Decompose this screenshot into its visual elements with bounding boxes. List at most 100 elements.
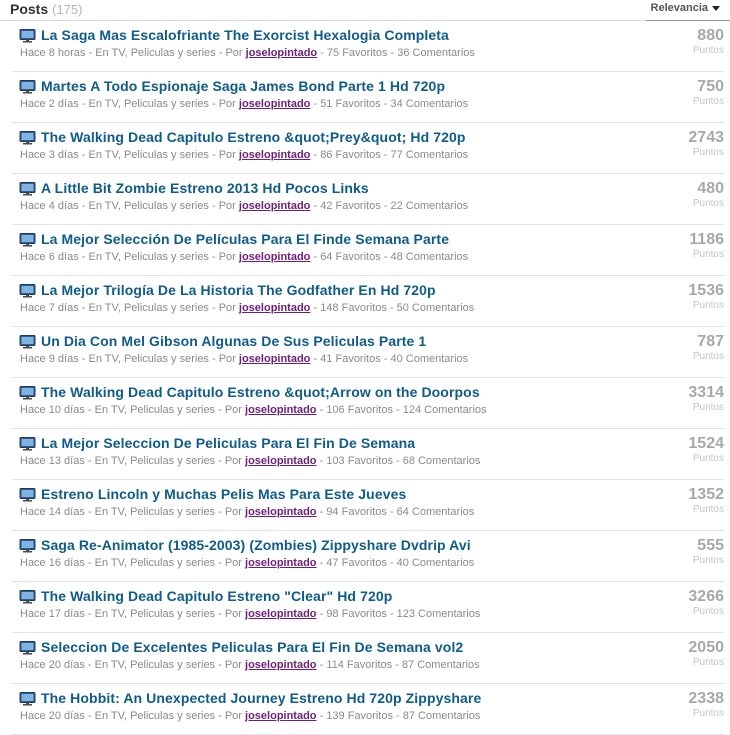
post-author-link[interactable]: joselopintado bbox=[246, 47, 318, 59]
post-time: Hace 4 días - bbox=[20, 200, 86, 212]
post-comments: 22 Comentarios bbox=[390, 200, 469, 212]
posts-title: Posts (175) bbox=[10, 1, 83, 17]
post-author-link[interactable]: joselopintado bbox=[245, 506, 317, 518]
post-by-label: Por bbox=[224, 455, 242, 467]
post-category[interactable]: En TV, Peliculas y series - bbox=[88, 98, 215, 110]
post-category[interactable]: En TV, Peliculas y series - bbox=[95, 47, 222, 59]
post-comments: 124 Comentarios bbox=[402, 404, 487, 416]
post-meta: Hace 20 días - En TV, Peliculas y series… bbox=[20, 710, 480, 723]
post-score: 3314 Puntos bbox=[654, 384, 724, 414]
post-author-link[interactable]: joselopintado bbox=[245, 455, 317, 467]
post-author-link[interactable]: joselopintado bbox=[245, 608, 317, 620]
post-author-link[interactable]: joselopintado bbox=[239, 98, 311, 110]
post-category[interactable]: En TV, Peliculas y series - bbox=[88, 149, 215, 161]
post-author-link[interactable]: joselopintado bbox=[239, 302, 311, 314]
tv-monitor-icon bbox=[19, 233, 36, 247]
post-category[interactable]: En TV, Peliculas y series - bbox=[95, 404, 222, 416]
points-unit: Puntos bbox=[692, 657, 724, 668]
posts-header: Posts (175) Relevancia bbox=[0, 0, 730, 21]
post-by-label: Por bbox=[224, 557, 242, 569]
post-score: 3266 Puntos bbox=[654, 588, 724, 618]
post-title-link[interactable]: A Little Bit Zombie Estreno 2013 Hd Poco… bbox=[41, 180, 369, 197]
post-meta: Hace 3 días - En TV, Peliculas y series … bbox=[20, 149, 468, 162]
post-title-link[interactable]: Estreno Lincoln y Muchas Pelis Mas Para … bbox=[41, 486, 406, 503]
post-title-link[interactable]: La Saga Mas Escalofriante The Exorcist H… bbox=[41, 27, 449, 44]
sort-dropdown[interactable]: Relevancia bbox=[651, 1, 720, 15]
post-by-label: Por bbox=[224, 608, 242, 620]
post-item-13: Seleccion De Excelentes Peliculas Para E… bbox=[12, 633, 724, 684]
post-category[interactable]: En TV, Peliculas y series - bbox=[95, 557, 222, 569]
caret-down-icon bbox=[712, 5, 720, 11]
post-score: 1352 Puntos bbox=[654, 486, 724, 516]
post-author-link[interactable]: joselopintado bbox=[245, 557, 317, 569]
post-title-link[interactable]: La Mejor Selección De Películas Para El … bbox=[41, 231, 449, 248]
post-title-link[interactable]: La Mejor Trilogía De La Historia The God… bbox=[41, 282, 436, 299]
post-category[interactable]: En TV, Peliculas y series - bbox=[95, 608, 222, 620]
post-category[interactable]: En TV, Peliculas y series - bbox=[95, 506, 222, 518]
post-author-link[interactable]: joselopintado bbox=[239, 353, 311, 365]
post-meta: Hace 13 días - En TV, Peliculas y series… bbox=[20, 455, 480, 468]
post-item-5: La Mejor Selección De Películas Para El … bbox=[12, 225, 724, 276]
post-score: 2338 Puntos bbox=[654, 690, 724, 720]
points-value: 880 bbox=[697, 27, 724, 44]
post-title-link[interactable]: Un Dia Con Mel Gibson Algunas De Sus Pel… bbox=[41, 333, 426, 350]
points-unit: Puntos bbox=[692, 96, 724, 107]
post-time: Hace 17 días - bbox=[20, 608, 92, 620]
post-comments: 87 Comentarios bbox=[402, 710, 481, 722]
post-item-1: La Saga Mas Escalofriante The Exorcist H… bbox=[12, 21, 724, 72]
post-author-link[interactable]: joselopintado bbox=[239, 200, 311, 212]
post-favs: - 41 Favoritos - bbox=[313, 353, 388, 365]
points-unit: Puntos bbox=[692, 45, 724, 56]
post-item-7: Un Dia Con Mel Gibson Algunas De Sus Pel… bbox=[12, 327, 724, 378]
post-category[interactable]: En TV, Peliculas y series - bbox=[88, 302, 215, 314]
points-value: 2338 bbox=[688, 690, 724, 707]
points-value: 1524 bbox=[688, 435, 724, 452]
post-category[interactable]: En TV, Peliculas y series - bbox=[95, 659, 222, 671]
post-title-link[interactable]: The Walking Dead Capitulo Estreno &quot;… bbox=[41, 129, 466, 146]
post-score: 1536 Puntos bbox=[654, 282, 724, 312]
post-item-3: The Walking Dead Capitulo Estreno &quot;… bbox=[12, 123, 724, 174]
post-comments: 64 Comentarios bbox=[396, 506, 475, 518]
post-score: 1524 Puntos bbox=[654, 435, 724, 465]
post-item-10: Estreno Lincoln y Muchas Pelis Mas Para … bbox=[12, 480, 724, 531]
post-meta: Hace 17 días - En TV, Peliculas y series… bbox=[20, 608, 480, 621]
points-value: 1536 bbox=[688, 282, 724, 299]
post-category[interactable]: En TV, Peliculas y series - bbox=[95, 710, 222, 722]
post-comments: 34 Comentarios bbox=[390, 98, 469, 110]
post-title-link[interactable]: Martes A Todo Espionaje Saga James Bond … bbox=[41, 78, 445, 95]
post-category[interactable]: En TV, Peliculas y series - bbox=[88, 251, 215, 263]
points-unit: Puntos bbox=[692, 351, 724, 362]
post-author-link[interactable]: joselopintado bbox=[245, 404, 317, 416]
post-by-label: Por bbox=[218, 353, 236, 365]
points-unit: Puntos bbox=[692, 708, 724, 719]
post-category[interactable]: En TV, Peliculas y series - bbox=[88, 200, 215, 212]
tv-monitor-icon bbox=[19, 641, 36, 655]
post-author-link[interactable]: joselopintado bbox=[245, 710, 317, 722]
post-author-link[interactable]: joselopintado bbox=[239, 251, 311, 263]
post-item-9: La Mejor Seleccion De Peliculas Para El … bbox=[12, 429, 724, 480]
post-by-label: Por bbox=[224, 659, 242, 671]
post-category[interactable]: En TV, Peliculas y series - bbox=[88, 353, 215, 365]
post-title-link[interactable]: The Walking Dead Capitulo Estreno &quot;… bbox=[41, 384, 480, 401]
post-author-link[interactable]: joselopintado bbox=[245, 659, 317, 671]
post-author-link[interactable]: joselopintado bbox=[239, 149, 311, 161]
post-score: 787 Puntos bbox=[654, 333, 724, 363]
post-favs: - 64 Favoritos - bbox=[313, 251, 388, 263]
tv-monitor-icon bbox=[19, 590, 36, 604]
post-list: La Saga Mas Escalofriante The Exorcist H… bbox=[0, 21, 730, 735]
post-title-link[interactable]: The Walking Dead Capitulo Estreno "Clear… bbox=[41, 588, 392, 605]
points-value: 2743 bbox=[688, 129, 724, 146]
points-unit: Puntos bbox=[692, 606, 724, 617]
post-title-link[interactable]: The Hobbit: An Unexpected Journey Estren… bbox=[41, 690, 481, 707]
post-score: 2743 Puntos bbox=[654, 129, 724, 159]
post-category[interactable]: En TV, Peliculas y series - bbox=[95, 455, 222, 467]
post-score: 2050 Puntos bbox=[654, 639, 724, 669]
post-title-link[interactable]: Seleccion De Excelentes Peliculas Para E… bbox=[41, 639, 463, 656]
post-title-link[interactable]: Saga Re-Animator (1985-2003) (Zombies) Z… bbox=[41, 537, 471, 554]
post-time: Hace 2 días - bbox=[20, 98, 86, 110]
post-favs: - 51 Favoritos - bbox=[313, 98, 388, 110]
post-comments: 40 Comentarios bbox=[390, 353, 469, 365]
points-value: 787 bbox=[697, 333, 724, 350]
post-title-link[interactable]: La Mejor Seleccion De Peliculas Para El … bbox=[41, 435, 415, 452]
post-meta: Hace 14 días - En TV, Peliculas y series… bbox=[20, 506, 474, 519]
